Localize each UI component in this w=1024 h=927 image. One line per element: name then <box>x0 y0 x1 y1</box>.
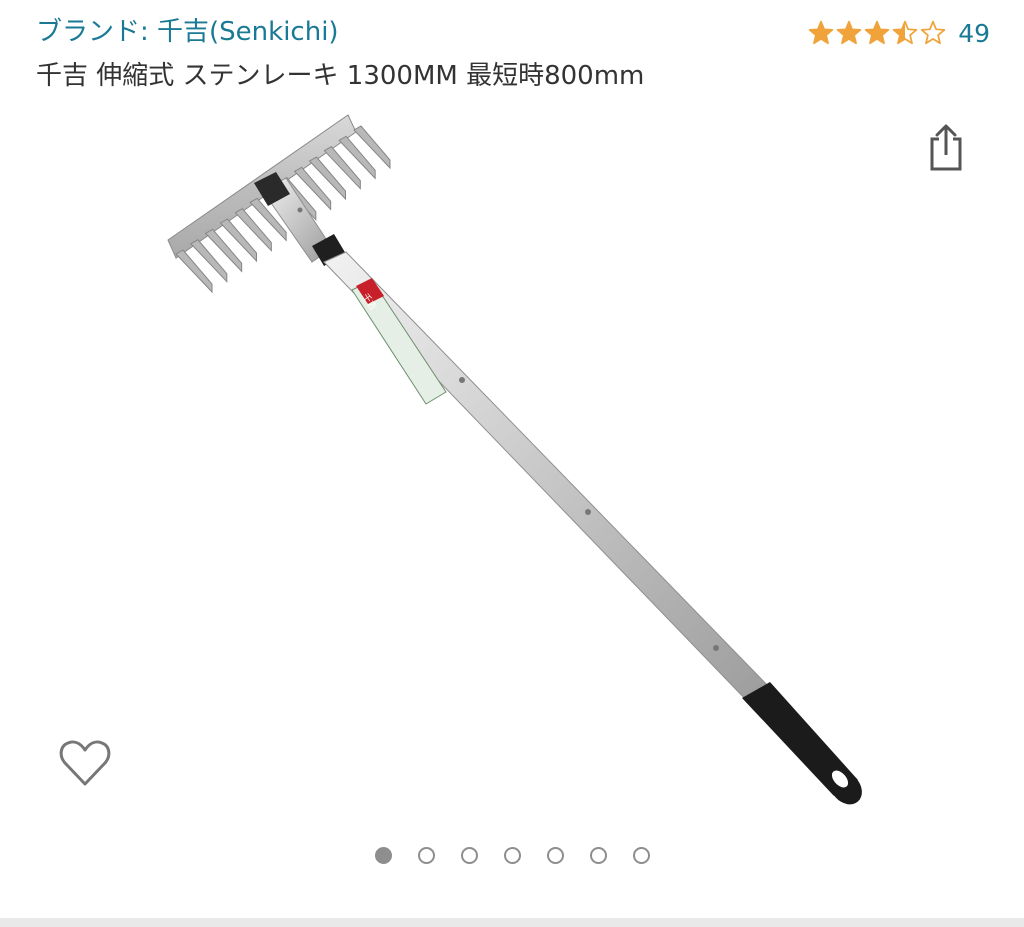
carousel-dot[interactable] <box>503 847 521 864</box>
rake-handle: 千吉 <box>254 172 862 805</box>
star-full-icon <box>836 20 862 45</box>
star-empty-icon <box>920 20 946 45</box>
carousel-dot[interactable] <box>546 847 564 864</box>
carousel-dot[interactable] <box>632 847 650 864</box>
product-title: 千吉 伸縮式 ステンレーキ 1300MM 最短時800mm <box>36 61 645 91</box>
brand-link[interactable]: ブランド: 千吉(Senkichi) <box>36 14 339 50</box>
heart-icon <box>59 740 111 786</box>
carousel-dot[interactable] <box>374 847 392 864</box>
wishlist-button[interactable] <box>56 734 114 792</box>
star-rating[interactable]: 49 <box>808 16 990 50</box>
star-half-icon <box>892 20 918 45</box>
star-full-icon <box>808 20 834 45</box>
star-full-icon <box>864 20 890 45</box>
share-icon <box>930 124 962 171</box>
carousel-dot[interactable] <box>417 847 435 864</box>
carousel-dot[interactable] <box>460 847 478 864</box>
product-image[interactable]: 千吉 <box>150 100 890 820</box>
review-count[interactable]: 49 <box>958 19 990 48</box>
share-button[interactable] <box>918 118 974 176</box>
section-divider <box>0 918 1024 927</box>
carousel-dot[interactable] <box>589 847 607 864</box>
stars <box>808 20 946 46</box>
image-carousel-dots <box>0 847 1024 864</box>
